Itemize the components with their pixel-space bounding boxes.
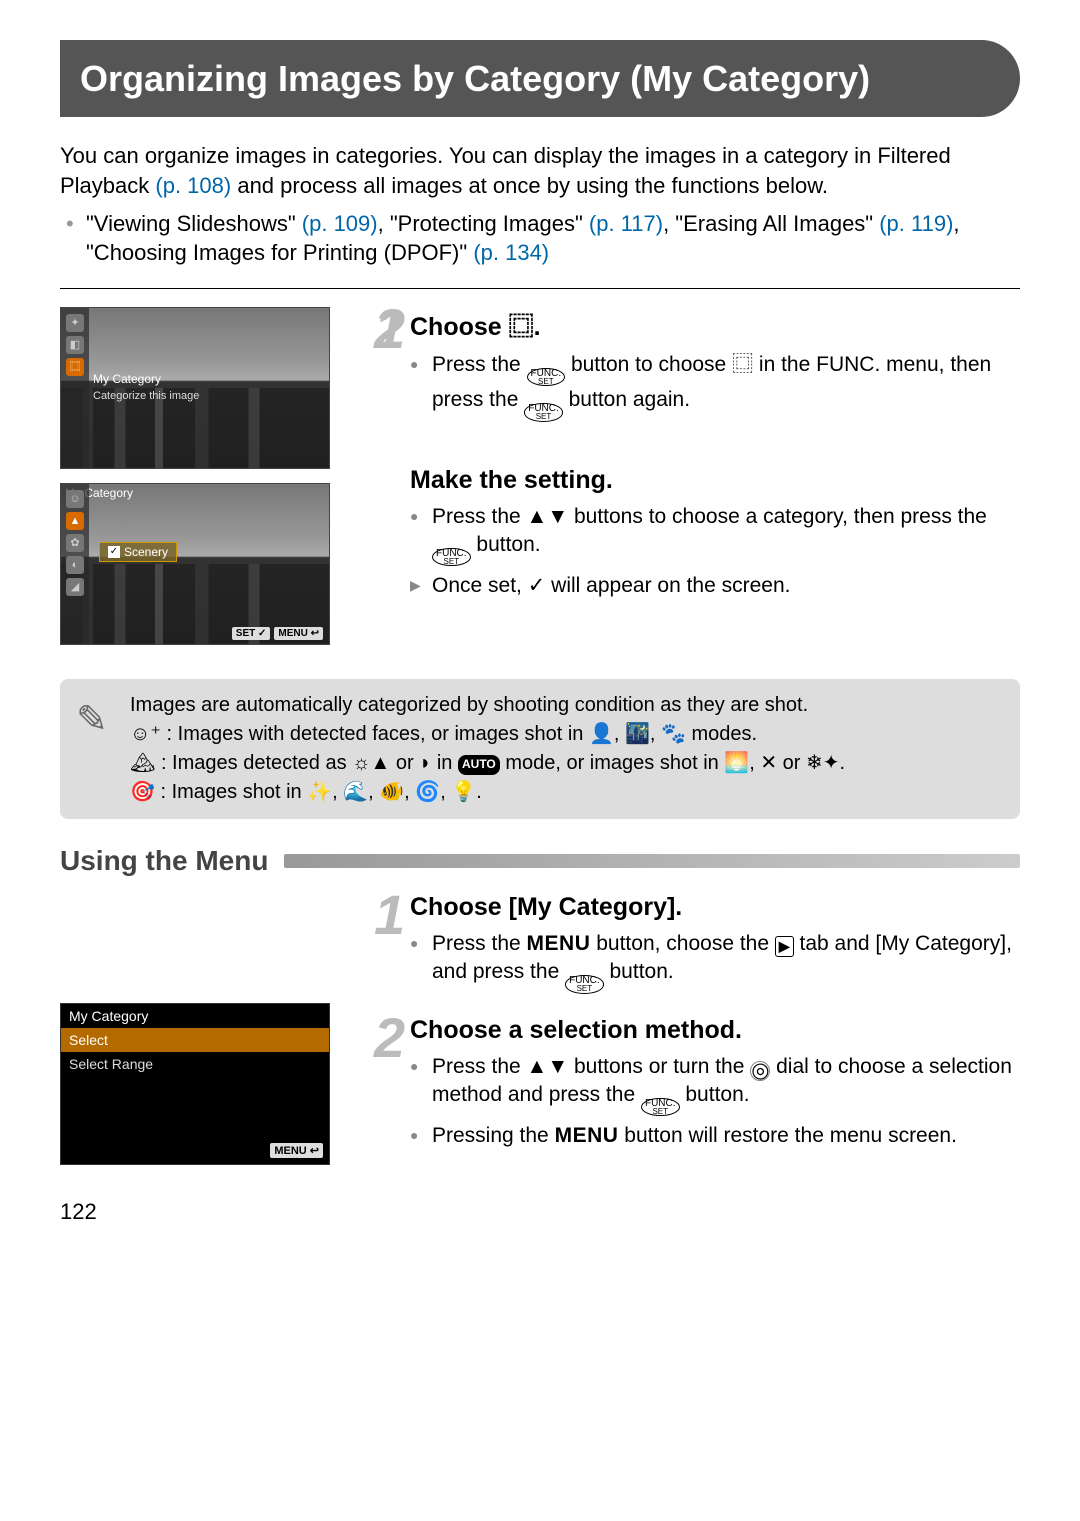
indoor-mode-icon: 💡 xyxy=(451,781,476,803)
section-subheading: Using the Menu xyxy=(60,845,268,877)
step-bullet: Press the ▲▼ buttons or turn the ◎ dial … xyxy=(410,1053,1020,1117)
people-category-icon: ☺⁺ xyxy=(130,723,161,745)
page-ref-link[interactable]: (p. 134) xyxy=(473,240,549,265)
func-menu-icon: ◧ xyxy=(66,336,84,354)
category-icon: ✿ xyxy=(66,534,84,552)
category-icon: ◐ xyxy=(66,556,84,574)
menu-row: Select Range xyxy=(61,1052,329,1076)
menu-back-indicator: MENU ↩ xyxy=(274,627,323,640)
step-heading: Choose [My Category]. xyxy=(410,893,1020,922)
subheading-bar xyxy=(284,854,1020,868)
night-snapshot-mode-icon: 🌃 xyxy=(625,723,650,745)
note-line: 🏔 : Images detected as ☼▲ or ◗ in AUTO m… xyxy=(130,749,1004,778)
check-icon: ✓ xyxy=(108,546,120,558)
my-category-func-icon: ⿴ xyxy=(66,358,84,376)
func-menu-icon: ✦ xyxy=(66,314,84,332)
step-heading: Make the setting. xyxy=(410,466,1020,495)
page-title-bar: Organizing Images by Category (My Catego… xyxy=(60,40,1020,117)
menu-row-selected: Select xyxy=(61,1028,329,1052)
camera-screenshot-category-select: My Category ☺ ▲ ✿ ◐ ◢ ✓ Scenery SET ✓ ME… xyxy=(60,483,330,645)
note-line: ☺⁺ : Images with detected faces, or imag… xyxy=(130,720,1004,749)
playback-tab-icon: ▶ xyxy=(775,936,794,957)
portrait-mode-icon: 👤 xyxy=(589,723,614,745)
page-title: Organizing Images by Category (My Catego… xyxy=(80,58,980,99)
sunset-mode-icon: 🌅 xyxy=(724,752,749,774)
function-list-item: "Viewing Slideshows" (p. 109), "Protecti… xyxy=(60,209,1020,268)
my-category-icon: ⿴ xyxy=(732,353,753,376)
up-down-arrows-icon: ▲▼ xyxy=(527,505,569,528)
category-icon: ☺ xyxy=(66,490,84,508)
func-set-button-icon: FUNC.SET xyxy=(565,975,604,993)
step-heading: Choose a selection method. xyxy=(410,1016,1020,1045)
step-bullet: Pressing the MENU button will restore th… xyxy=(410,1122,1020,1150)
camera-screenshot-func-menu: ✦ ◧ ⿴ My Category Categorize this image xyxy=(60,307,330,469)
intro-paragraph: You can organize images in categories. Y… xyxy=(60,141,1020,200)
my-category-icon: ⿴ xyxy=(509,313,534,341)
control-dial-icon: ◎ xyxy=(750,1061,770,1081)
category-icon: ◢ xyxy=(66,578,84,596)
sunset-scene-icon: ◗ xyxy=(419,752,431,774)
aquarium-mode-icon: 🐠 xyxy=(379,781,404,803)
menu-title: My Category xyxy=(61,1004,329,1028)
func-set-button-icon: FUNC.SET xyxy=(524,403,563,421)
pencil-icon: ✎ xyxy=(76,693,108,748)
function-list: "Viewing Slideshows" (p. 109), "Protecti… xyxy=(60,209,1020,268)
set-indicator: SET ✓ xyxy=(232,627,271,640)
step-number: 1 xyxy=(374,887,405,943)
step-number: 2 xyxy=(374,301,405,357)
func-set-button-icon: FUNC.SET xyxy=(527,368,566,386)
fireworks-mode-icon: ✨ xyxy=(307,781,332,803)
screenshot-label: My Category xyxy=(93,372,161,386)
step-heading: Choose ⿴. xyxy=(410,307,1020,343)
page-ref-link[interactable]: (p. 119) xyxy=(879,211,953,236)
camera-screenshot-menu: My Category Select Select Range MENU ↩ xyxy=(60,1003,330,1165)
menu-back-indicator: MENU ↩ xyxy=(270,1143,323,1158)
foliage-mode-icon: ✕ xyxy=(760,752,777,774)
note-callout: ✎ Images are automatically categorized b… xyxy=(60,679,1020,819)
page-ref-link[interactable]: (p. 117) xyxy=(589,211,663,236)
underwater-mode-icon: 🌀 xyxy=(415,781,440,803)
step-bullet: Press the MENU button, choose the ▶ tab … xyxy=(410,930,1020,994)
landscape-scene-icon: ☼▲ xyxy=(352,752,390,774)
step-bullet: Press the ▲▼ buttons to choose a categor… xyxy=(410,503,1020,567)
kids-pets-mode-icon: 🐾 xyxy=(661,723,686,745)
scenery-category-icon: 🏔 xyxy=(130,752,155,774)
step-result: Once set, ✓ will appear on the screen. xyxy=(410,572,1020,600)
func-set-button-icon: FUNC.SET xyxy=(641,1098,680,1116)
divider xyxy=(60,288,1020,289)
screenshot-sublabel: Categorize this image xyxy=(93,390,199,402)
menu-button-label: MENU xyxy=(555,1124,619,1147)
func-set-button-icon: FUNC.SET xyxy=(432,548,471,566)
page-ref-link[interactable]: (p. 109) xyxy=(302,211,378,236)
auto-mode-icon: AUTO xyxy=(458,755,500,774)
up-down-arrows-icon: ▲▼ xyxy=(527,1055,569,1078)
snow-mode-icon: ❄✦ xyxy=(806,752,840,774)
step-bullet: Press the FUNC.SET button to choose ⿴ in… xyxy=(410,351,1020,422)
category-icon-selected: ▲ xyxy=(66,512,84,530)
step-number: 2 xyxy=(374,1010,405,1066)
page-number: 122 xyxy=(60,1199,1020,1225)
beach-mode-icon: 🌊 xyxy=(343,781,368,803)
note-line: 🎯 : Images shot in ✨, 🌊, 🐠, 🌀, 💡. xyxy=(130,778,1004,807)
checkmark-icon: ✓ xyxy=(528,574,546,597)
menu-button-label: MENU xyxy=(527,932,591,955)
category-tag: ✓ Scenery xyxy=(99,542,177,562)
page-ref-link[interactable]: (p. 108) xyxy=(155,173,231,198)
note-line: Images are automatically categorized by … xyxy=(130,691,1004,720)
events-category-icon: 🎯 xyxy=(130,781,155,803)
